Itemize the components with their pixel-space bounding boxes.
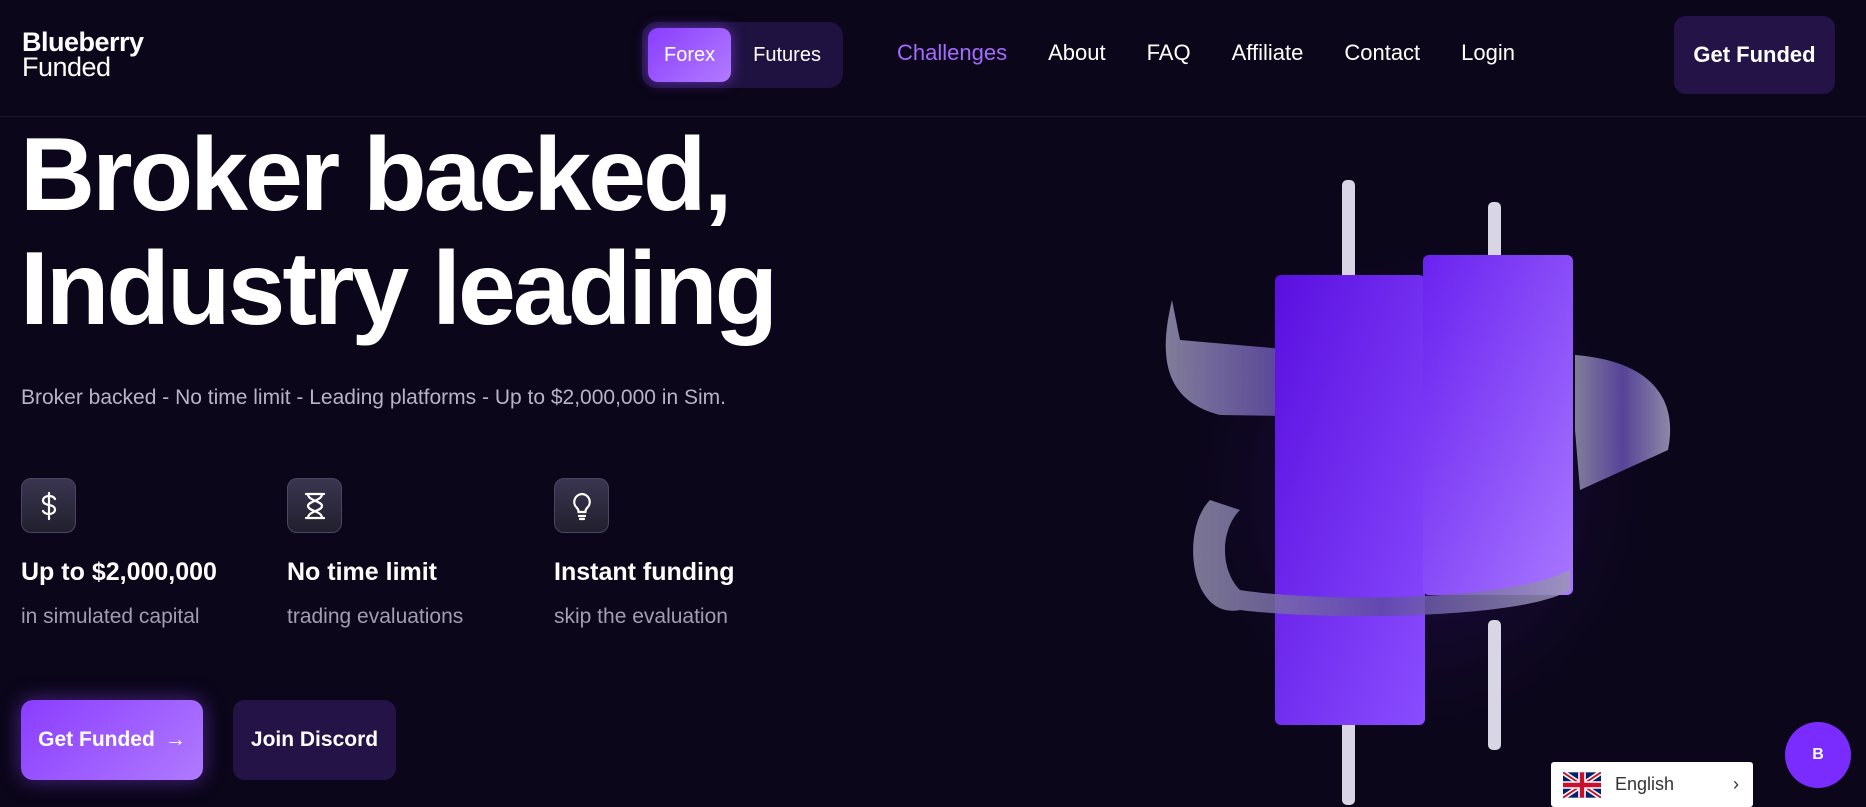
candle-left bbox=[1275, 275, 1425, 725]
dollar-icon bbox=[21, 478, 76, 533]
nav-link-faq[interactable]: FAQ bbox=[1147, 40, 1191, 66]
nav-link-affiliate[interactable]: Affiliate bbox=[1232, 40, 1304, 66]
feature-instant: Instant funding skip the evaluation bbox=[554, 478, 794, 629]
hero-subtitle: Broker backed - No time limit - Leading … bbox=[21, 386, 726, 409]
get-funded-label: Get Funded bbox=[38, 728, 155, 751]
nav-link-challenges[interactable]: Challenges bbox=[897, 40, 1007, 66]
feature-desc: skip the evaluation bbox=[554, 605, 728, 628]
candlestick-illustration bbox=[1140, 180, 1700, 805]
uk-flag-icon bbox=[1563, 771, 1601, 798]
feature-title: No time limit bbox=[287, 558, 438, 586]
chat-widget-label: B bbox=[1812, 746, 1824, 763]
feature-title: Up to $2,000,000 bbox=[21, 558, 217, 586]
nav-link-login[interactable]: Login bbox=[1461, 40, 1515, 66]
nav-link-contact[interactable]: Contact bbox=[1344, 40, 1420, 66]
feature-capital: Up to $2,000,000 in simulated capital bbox=[21, 478, 261, 629]
forex-toggle[interactable]: Forex bbox=[648, 28, 732, 82]
get-funded-button[interactable]: Get Funded → bbox=[21, 700, 203, 780]
logo-line-2: Funded bbox=[22, 52, 111, 82]
wick-bottom-right bbox=[1488, 620, 1501, 750]
feature-desc: trading evaluations bbox=[287, 605, 464, 628]
language-selector[interactable]: English › bbox=[1551, 762, 1753, 807]
candle-right bbox=[1423, 255, 1573, 595]
hero-headline: Broker backed, Industry leading bbox=[20, 117, 778, 347]
join-discord-button[interactable]: Join Discord bbox=[233, 700, 396, 780]
chat-widget-button[interactable]: B bbox=[1785, 722, 1851, 788]
nav-link-about[interactable]: About bbox=[1048, 40, 1106, 66]
feature-title: Instant funding bbox=[554, 558, 735, 586]
nav-links: Challenges About FAQ Affiliate Contact L… bbox=[897, 40, 1515, 66]
feature-desc: in simulated capital bbox=[21, 605, 200, 628]
headline-line-1: Broker backed, bbox=[20, 117, 732, 233]
brand-logo[interactable]: Blueberry Funded bbox=[22, 29, 144, 82]
lightbulb-icon bbox=[554, 478, 609, 533]
language-label: English bbox=[1615, 774, 1675, 794]
arrow-right-icon: → bbox=[164, 728, 186, 751]
top-navigation: Blueberry Funded Forex Futures Challenge… bbox=[0, 0, 1866, 117]
hourglass-icon bbox=[287, 478, 342, 533]
headline-line-2: Industry leading bbox=[20, 231, 778, 347]
feature-time: No time limit trading evaluations bbox=[287, 478, 527, 629]
futures-toggle[interactable]: Futures bbox=[737, 28, 837, 82]
nav-get-funded-button[interactable]: Get Funded bbox=[1674, 16, 1835, 94]
wick-top-left bbox=[1342, 180, 1355, 290]
market-switch: Forex Futures bbox=[642, 22, 843, 88]
chevron-right-icon: › bbox=[1733, 774, 1739, 794]
